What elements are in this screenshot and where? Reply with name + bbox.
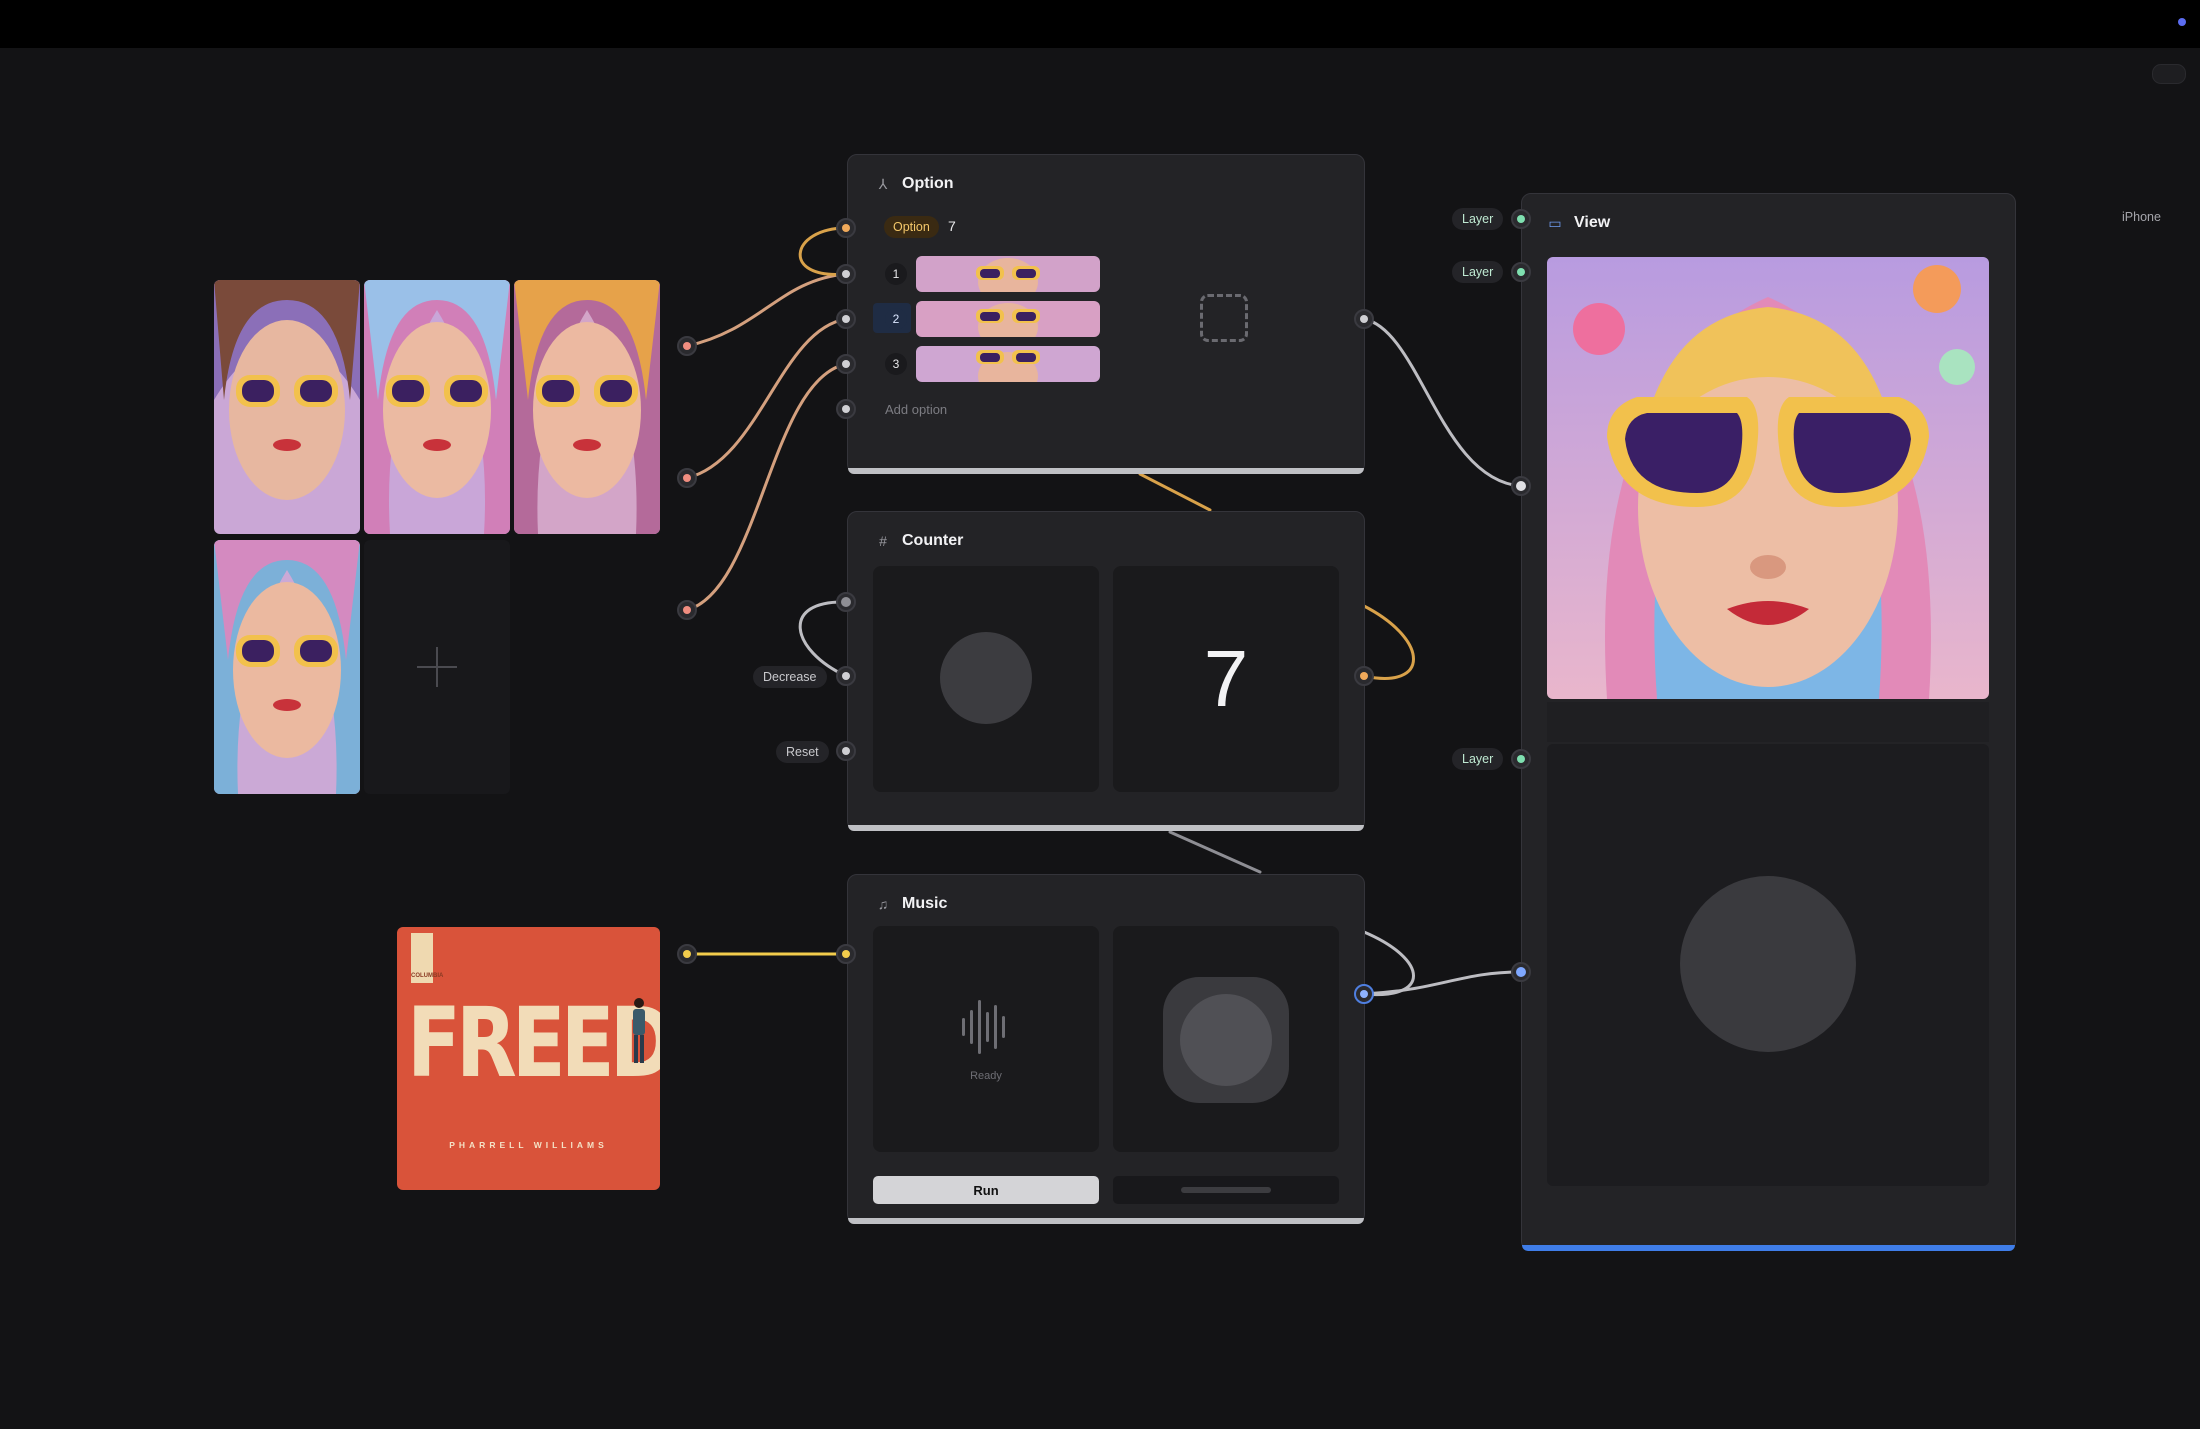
image-tile-1[interactable]	[214, 280, 360, 534]
option-input-port-2[interactable]	[836, 309, 856, 329]
wire-counter-to-music	[1168, 830, 1262, 874]
option-value: 7	[948, 218, 956, 234]
dashed-square-icon	[1200, 294, 1248, 342]
music-node-title: Music	[902, 895, 948, 912]
view-play-disc[interactable]	[1680, 876, 1856, 1052]
secondary-button[interactable]	[1113, 1176, 1339, 1204]
reset-label: Reset	[776, 741, 829, 763]
album-output-port[interactable]	[677, 944, 697, 964]
counter-increment-port[interactable]	[836, 592, 856, 612]
layer-label-3: Layer	[1452, 748, 1504, 770]
wire-decrease-loop	[798, 600, 848, 678]
wire-image2-option2	[685, 317, 848, 480]
option-image-1[interactable]	[916, 256, 1100, 292]
option-node-header: ⅄ Option	[876, 175, 954, 193]
run-button[interactable]: Run	[873, 1176, 1099, 1204]
sunglasses-girl-image	[214, 280, 360, 534]
image-tile-2[interactable]	[364, 280, 510, 534]
waveform-icon	[962, 1000, 1012, 1054]
hash-icon: #	[879, 533, 887, 549]
option-index-1[interactable]: 1	[885, 263, 907, 285]
music-node-footer	[848, 1218, 1364, 1224]
view-divider	[1547, 702, 1989, 742]
sunglasses-girl-image	[214, 540, 360, 794]
view-input-port[interactable]	[1511, 476, 1531, 496]
branch-icon: ⅄	[878, 175, 888, 192]
album-artist: PHARRELL WILLIAMS	[449, 1140, 608, 1150]
device-frame-icon: ▭	[1548, 214, 1562, 231]
wire-music-loop	[1362, 930, 1415, 997]
counter-node-header: # Counter	[876, 532, 963, 550]
wire-option-to-counter	[1138, 472, 1212, 512]
option-input-port-3[interactable]	[836, 354, 856, 374]
album-cover[interactable]: COLUMBIA FREEDOM! PHARRELL WILLIAMS	[397, 927, 660, 1190]
music-node-header: ♫ Music	[876, 895, 948, 913]
view-node-footer	[1522, 1245, 2015, 1251]
reset-port[interactable]	[836, 741, 856, 761]
option-node-footer	[848, 468, 1364, 474]
option-image-2[interactable]	[916, 301, 1100, 337]
option-index-3[interactable]: 3	[885, 353, 907, 375]
counter-node-footer	[848, 825, 1364, 831]
image-tile-4[interactable]	[214, 540, 360, 794]
layer-label-1: Layer	[1452, 208, 1504, 230]
view-hero-image	[1547, 257, 1989, 699]
person-figure-icon	[633, 998, 645, 1063]
record-label-badge: COLUMBIA	[411, 933, 443, 983]
decrease-port[interactable]	[836, 666, 856, 686]
option-node-title: Option	[902, 175, 954, 192]
wire-image1-option1	[685, 272, 848, 348]
image-output-port-3[interactable]	[677, 600, 697, 620]
option-index-2[interactable]: 2	[885, 308, 907, 330]
option-badge: Option	[884, 216, 939, 238]
view-node-title: View	[1574, 214, 1611, 231]
music-output-port[interactable]	[1354, 984, 1374, 1004]
option-value-port[interactable]	[836, 218, 856, 238]
option-add-port[interactable]	[836, 399, 856, 419]
counter-output-port[interactable]	[1354, 666, 1374, 686]
sunglasses-girl-portrait	[1547, 257, 1989, 699]
layer-port-2[interactable]	[1511, 262, 1531, 282]
counter-increment-button[interactable]	[940, 632, 1032, 724]
add-image-tile[interactable]	[364, 540, 510, 794]
counter-node-title: Counter	[902, 532, 964, 549]
option-image-3[interactable]	[916, 346, 1100, 382]
image-output-port-1[interactable]	[677, 336, 697, 356]
music-input-port[interactable]	[836, 944, 856, 964]
sunglasses-girl-image	[514, 280, 660, 534]
wire-music-to-view	[1362, 970, 1523, 996]
option-input-port-1[interactable]	[836, 264, 856, 284]
image-output-port-2[interactable]	[677, 468, 697, 488]
layer-port-1[interactable]	[1511, 209, 1531, 229]
view-node-header: ▭ View	[1548, 214, 1610, 232]
counter-value: 7	[1203, 634, 1249, 723]
play-button-disc	[1180, 994, 1272, 1086]
layer-port-3[interactable]	[1511, 749, 1531, 769]
wire-counter-loop	[1362, 604, 1415, 680]
music-note-icon: ♫	[877, 896, 889, 912]
device-label[interactable]: iPhone	[2122, 210, 2161, 224]
image-tile-3[interactable]	[514, 280, 660, 534]
decrease-label: Decrease	[753, 666, 827, 688]
add-option-button[interactable]: Add option	[885, 402, 947, 417]
album-title: FREEDOM!	[407, 987, 660, 1100]
sunglasses-girl-image	[364, 280, 510, 534]
layer-label-2: Layer	[1452, 261, 1504, 283]
view-audio-port[interactable]	[1511, 962, 1531, 982]
option-output-port[interactable]	[1354, 309, 1374, 329]
wire-option-to-view	[1362, 317, 1523, 488]
music-status: Ready	[970, 1070, 1002, 1082]
